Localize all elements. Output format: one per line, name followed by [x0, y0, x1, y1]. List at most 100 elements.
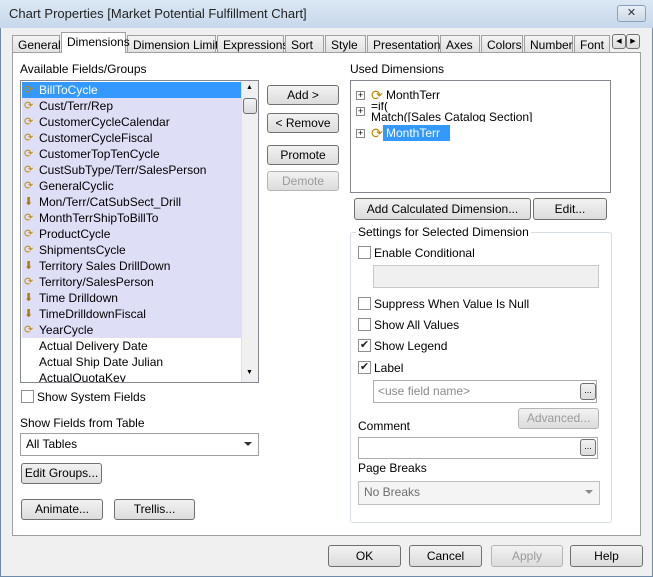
tab-number[interactable]: Number — [524, 35, 573, 53]
cyclic-group-icon: ⟳ — [24, 132, 34, 144]
suppress-null-label: Suppress When Value Is Null — [374, 297, 530, 311]
comment-input[interactable] — [358, 437, 598, 459]
list-item[interactable]: ⟳ CustomerCycleFiscal — [22, 130, 242, 146]
enable-conditional-checkbox[interactable] — [358, 246, 371, 259]
scrollbar[interactable]: ▲ ▼ — [241, 81, 258, 382]
tab-dimensions[interactable]: Dimensions — [61, 32, 130, 53]
tab-label: Dimension Limits — [133, 38, 225, 52]
edit-groups-button[interactable]: Edit Groups... — [21, 463, 102, 484]
tab-axes[interactable]: Axes — [440, 35, 480, 53]
used-dimension-item[interactable]: + ⟳ MonthTerr — [351, 124, 606, 142]
list-item[interactable]: ⟳ ProductCycle — [22, 226, 242, 242]
table-select[interactable]: All Tables — [20, 433, 259, 456]
add-button[interactable]: Add > — [267, 85, 339, 105]
drilldown-group-icon: ⬇ — [24, 196, 34, 208]
tab-label: Style — [331, 38, 358, 52]
promote-button[interactable]: Promote — [267, 145, 339, 165]
list-item[interactable]: ⬇ TimeDrilldownFiscal — [22, 306, 242, 322]
tab-label: Colors — [487, 38, 522, 52]
list-item[interactable]: ⟳ YearCycle — [22, 322, 242, 338]
show-fields-from-label: Show Fields from Table — [20, 416, 145, 430]
cyclic-group-icon: ⟳ — [24, 84, 34, 96]
list-item[interactable]: ⬇ Mon/Terr/CatSubSect_Drill — [22, 194, 242, 210]
list-item[interactable]: ⟳ CustomerTopTenCycle — [22, 146, 242, 162]
edit-button[interactable]: Edit... — [533, 198, 607, 220]
close-button[interactable]: ✕ — [617, 5, 646, 22]
tab-dimension-limits[interactable]: Dimension Limits — [127, 35, 224, 53]
suppress-null-checkbox[interactable] — [358, 297, 371, 310]
tab-style[interactable]: Style — [325, 35, 366, 53]
enable-conditional-label: Enable Conditional — [374, 246, 475, 260]
tab-scroll-left[interactable]: ◀ — [612, 34, 626, 49]
cancel-button[interactable]: Cancel — [409, 545, 482, 567]
tab-expressions[interactable]: Expressions — [217, 35, 288, 53]
used-dimensions-list[interactable]: + ⟳ MonthTerr + =if(Match([Sales Catalog Sec… — [350, 80, 611, 193]
list-item[interactable]: ⟳ Cust/Terr/Rep — [22, 98, 242, 114]
animate-button[interactable]: Animate... — [21, 499, 103, 520]
list-item[interactable]: ⟳ CustSubType/Terr/SalesPerson — [22, 162, 242, 178]
page-breaks-select[interactable]: No Breaks — [358, 481, 600, 505]
expand-icon[interactable]: + — [356, 107, 365, 116]
comment-expression-button[interactable]: ... — [580, 439, 596, 456]
list-item[interactable]: Actual Ship Date Julian — [22, 354, 242, 370]
ok-button[interactable]: OK — [328, 545, 401, 567]
show-system-fields-label: Show System Fields — [37, 390, 146, 404]
used-dimension-label: MonthTerr — [386, 88, 441, 102]
remove-button[interactable]: < Remove — [267, 113, 339, 133]
tab-presentation[interactable]: Presentation — [367, 35, 441, 53]
tab-label: Presentation — [373, 38, 441, 52]
list-item[interactable]: ⬇ Time Drilldown — [22, 290, 242, 306]
list-item[interactable]: ⟳ ShipmentsCycle — [22, 242, 242, 258]
trellis-button[interactable]: Trellis... — [114, 499, 195, 520]
list-item[interactable]: ⟳ CustomerCycleCalendar — [22, 114, 242, 130]
tab-sort[interactable]: Sort — [285, 35, 324, 53]
drilldown-group-icon: ⬇ — [24, 292, 34, 304]
list-item[interactable]: ⟳ GeneralCyclic — [22, 178, 242, 194]
show-all-values-label: Show All Values — [374, 318, 460, 332]
used-dimension-item[interactable]: + =if(Match([Sales Catalog Section] — [351, 102, 606, 122]
apply-button[interactable]: Apply — [491, 545, 563, 567]
expand-icon[interactable]: + — [356, 91, 365, 100]
available-fields-list[interactable]: ActualQuotaKey Actual Ship Date Julian Act… — [20, 80, 259, 383]
list-item[interactable]: ActualQuotaKey — [22, 370, 242, 382]
used-dimension-label: MonthTerr — [383, 125, 451, 141]
list-item-label: CustSubType/Terr/SalesPerson — [39, 163, 207, 177]
label-expression-button[interactable]: ... — [580, 383, 596, 400]
help-button[interactable]: Help — [570, 545, 643, 567]
label-input[interactable]: <use field name> — [373, 380, 597, 403]
list-item[interactable]: ⟳ BillToCycle — [22, 82, 242, 98]
comment-label: Comment — [358, 419, 411, 433]
tab-colors[interactable]: Colors — [481, 35, 523, 53]
list-item[interactable]: ⟳ Territory/SalesPerson — [22, 274, 242, 290]
tab-general[interactable]: General — [12, 35, 61, 53]
list-item[interactable]: ⟳ MonthTerrShipToBillTo — [22, 210, 242, 226]
cyclic-group-icon: ⟳ — [371, 125, 383, 141]
list-item-label: Actual Ship Date Julian — [39, 355, 164, 369]
available-fields-label: Available Fields/Groups — [20, 62, 147, 76]
list-item-label: GeneralCyclic — [39, 179, 114, 193]
cyclic-group-icon: ⟳ — [24, 164, 34, 176]
expand-icon[interactable]: + — [356, 129, 365, 138]
cyclic-group-icon: ⟳ — [24, 324, 34, 336]
tab-font[interactable]: Font — [574, 35, 610, 53]
show-system-fields-checkbox[interactable] — [21, 390, 34, 403]
list-item-label: Territory Sales DrillDown — [39, 259, 171, 273]
show-all-values-checkbox[interactable] — [358, 318, 371, 331]
add-calculated-dimension-button[interactable]: Add Calculated Dimension... — [354, 198, 531, 220]
tab-scroll-right[interactable]: ▶ — [626, 34, 640, 49]
list-item-label: Actual Delivery Date — [39, 339, 148, 353]
list-item[interactable]: ⬇ Territory Sales DrillDown — [22, 258, 242, 274]
title-bar: Chart Properties [Market Potential Fulfi… — [0, 0, 653, 28]
advanced-button[interactable]: Advanced... — [518, 408, 599, 429]
settings-title: Settings for Selected Dimension — [356, 225, 531, 239]
demote-button[interactable]: Demote — [267, 171, 339, 191]
drilldown-group-icon: ⬇ — [24, 260, 34, 272]
chevron-down-icon — [244, 442, 252, 446]
used-dimension-label-line2: Match([Sales Catalog Section] — [371, 110, 533, 122]
label-checkbox[interactable]: ✔ — [358, 361, 371, 374]
list-item[interactable]: Actual Delivery Date — [22, 338, 242, 354]
scroll-thumb[interactable] — [243, 98, 257, 114]
scroll-down-icon: ▼ — [246, 369, 253, 376]
cyclic-group-icon: ⟳ — [24, 212, 34, 224]
show-legend-checkbox[interactable]: ✔ — [358, 339, 371, 352]
